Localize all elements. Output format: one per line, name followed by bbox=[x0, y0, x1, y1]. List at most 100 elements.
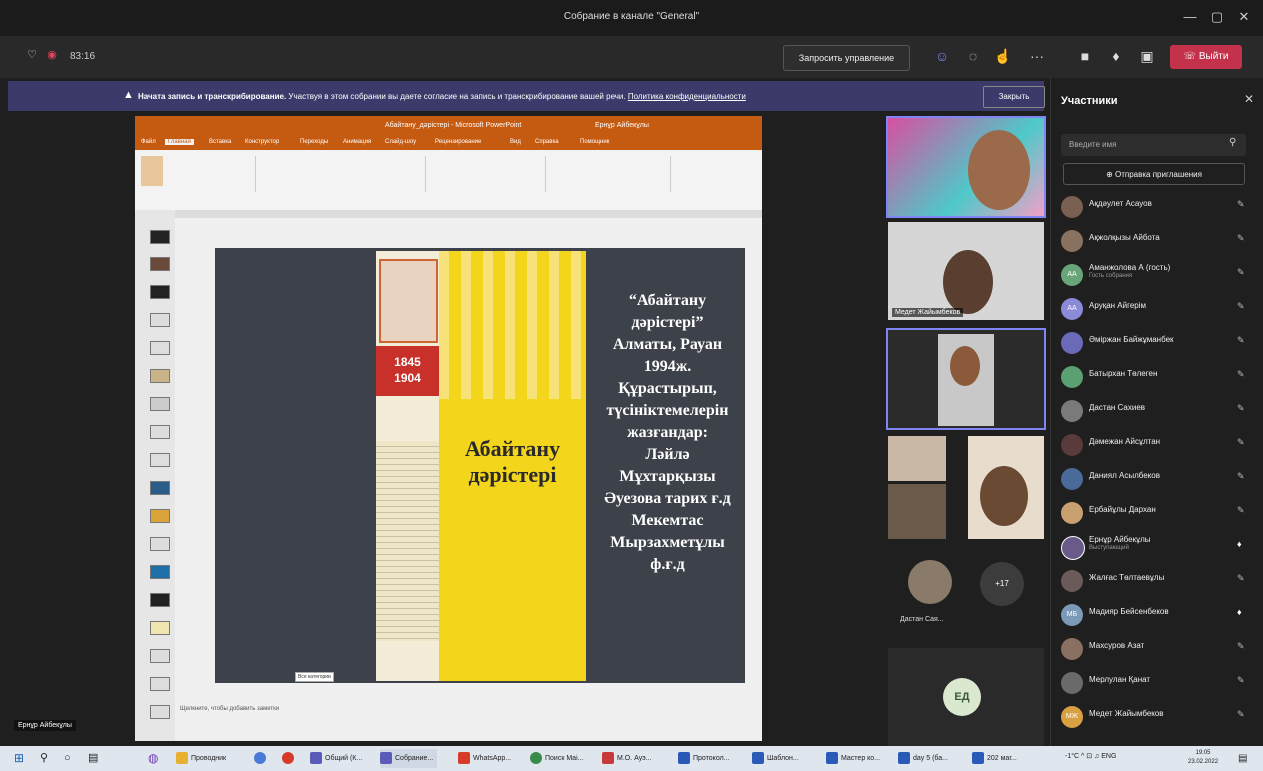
participant-row[interactable]: Ербайұлы Дархан ✎ bbox=[1061, 496, 1256, 530]
invite-button[interactable]: ⊕ Отправка приглашения bbox=[1063, 163, 1245, 185]
teams-icon[interactable]: ◍ bbox=[148, 749, 158, 768]
taskbar-app[interactable]: Мастер ко... bbox=[826, 749, 880, 768]
slide-thumb[interactable] bbox=[150, 677, 170, 691]
request-control-button[interactable]: Запросить управление bbox=[783, 45, 910, 71]
ppt-tab[interactable]: Справка bbox=[535, 139, 559, 145]
chat-icon[interactable]: ◌ bbox=[963, 48, 983, 64]
ppt-tab[interactable]: Конструктор bbox=[245, 139, 279, 145]
video-tile[interactable] bbox=[968, 436, 1044, 539]
slide-thumb[interactable] bbox=[150, 425, 170, 439]
system-tray[interactable]: -1°C ^ ⊡ ♫ ENG bbox=[1065, 752, 1116, 760]
taskbar-app[interactable]: day 5 (ба... bbox=[898, 749, 948, 768]
participant-row[interactable]: Дастан Сахиев ✎ bbox=[1061, 394, 1256, 428]
paste-icon[interactable] bbox=[141, 156, 163, 186]
slide-thumb[interactable] bbox=[150, 509, 170, 523]
slide-thumb[interactable] bbox=[150, 537, 170, 551]
participant-row[interactable]: Ақжолқызы Айбота ✎ bbox=[1061, 224, 1256, 258]
ppt-tab[interactable]: Слайд-шоу bbox=[385, 139, 416, 145]
cortana-icon[interactable]: ○ bbox=[64, 749, 71, 768]
video-tile[interactable] bbox=[886, 328, 1046, 430]
search-icon[interactable]: ⚲ bbox=[40, 749, 48, 768]
participant-row[interactable]: Ақдәулет Асауов ✎ bbox=[1061, 190, 1256, 224]
video-tile[interactable]: ЕД bbox=[888, 648, 1044, 748]
more-participants-badge[interactable]: +17 bbox=[980, 562, 1024, 606]
slide-thumb[interactable] bbox=[150, 453, 170, 467]
ppt-tab[interactable]: Помощник bbox=[580, 139, 609, 145]
search-input[interactable]: Введите имя bbox=[1061, 134, 1246, 156]
video-tile[interactable] bbox=[888, 436, 946, 481]
taskbar-app[interactable] bbox=[282, 749, 297, 768]
taskbar-app[interactable]: Поиск Mai... bbox=[530, 749, 583, 768]
participant-row[interactable]: Әміржан Байжұманбек ✎ bbox=[1061, 326, 1256, 360]
slide-thumb[interactable] bbox=[150, 285, 170, 299]
leave-button[interactable]: ☏ Выйти bbox=[1170, 45, 1242, 69]
mic-icon[interactable]: ♦ bbox=[1106, 48, 1126, 64]
taskbar-app[interactable]: Проводник bbox=[176, 749, 226, 768]
avatar[interactable] bbox=[908, 560, 952, 604]
participant-row[interactable]: Жалғас Төлтаевұлы ✎ bbox=[1061, 564, 1256, 598]
privacy-link[interactable]: Политика конфиденциальности bbox=[628, 92, 746, 101]
book-title-line: дәрістері bbox=[468, 462, 557, 487]
share-icon[interactable]: ▣ bbox=[1137, 48, 1157, 65]
slide-thumb[interactable] bbox=[150, 369, 170, 383]
participant-row[interactable]: Мерлулан Қанат ✎ bbox=[1061, 666, 1256, 700]
camera-icon[interactable]: ■ bbox=[1075, 48, 1095, 64]
participant-row[interactable]: МБ Мадияр Бейсенбеков ♦ bbox=[1061, 598, 1256, 632]
current-slide: 1845 1904 Абайтану дәрістері “Абайтану д… bbox=[215, 248, 745, 683]
clock[interactable]: 19:05 23.02.2022 bbox=[1188, 749, 1218, 767]
taskbar-app[interactable]: WhatsApp... bbox=[458, 749, 511, 768]
taskbar-app[interactable] bbox=[254, 749, 269, 768]
participants-icon[interactable]: ☺ bbox=[932, 48, 952, 64]
taskbar-app[interactable]: Протокол... bbox=[678, 749, 729, 768]
participant-row[interactable]: Ернұр Айбекұлы Выступающий ♦ bbox=[1061, 530, 1256, 564]
participant-row[interactable]: Махсуров Азат ✎ bbox=[1061, 632, 1256, 666]
taskbar-app[interactable]: Общий (К... bbox=[310, 749, 362, 768]
minimize-button[interactable]: — bbox=[1180, 9, 1200, 24]
slide-thumb[interactable] bbox=[150, 313, 170, 327]
notifications-icon[interactable]: ▤ bbox=[1238, 749, 1247, 768]
slide-thumb[interactable] bbox=[150, 481, 170, 495]
video-tile[interactable]: Медет Жайымбеков bbox=[888, 222, 1044, 320]
task-view-icon[interactable]: ▤ bbox=[88, 749, 98, 768]
slide-thumb[interactable] bbox=[150, 649, 170, 663]
ppt-tab[interactable]: Вставка bbox=[209, 139, 231, 145]
slide-thumb[interactable] bbox=[150, 397, 170, 411]
ppt-tab[interactable]: Файл bbox=[141, 139, 156, 145]
close-panel-icon[interactable]: ✕ bbox=[1244, 92, 1254, 106]
taskbar-app[interactable]: Шаблон... bbox=[752, 749, 799, 768]
slide-thumb[interactable] bbox=[150, 621, 170, 635]
ppt-tab[interactable]: Рецензирование bbox=[435, 139, 481, 145]
participant-row[interactable]: Дәмежан Айсұлтан ✎ bbox=[1061, 428, 1256, 462]
drawing-group bbox=[550, 156, 671, 192]
mic-off-icon: ✎ bbox=[1237, 675, 1245, 685]
video-tile[interactable] bbox=[886, 116, 1046, 218]
reactions-icon[interactable]: ☝ bbox=[993, 48, 1013, 65]
ppt-title-bar: Абайтану_дәрістері - Microsoft PowerPoin… bbox=[135, 116, 762, 136]
participant-row[interactable]: АА Аманжолова А (гость) Гость собрания ✎ bbox=[1061, 258, 1256, 292]
maximize-button[interactable]: ▢ bbox=[1207, 9, 1227, 25]
close-window-button[interactable]: ✕ bbox=[1234, 9, 1254, 25]
participant-row[interactable]: АА Аруқан Айгерім ✎ bbox=[1061, 292, 1256, 326]
more-actions-button[interactable]: ··· bbox=[1027, 48, 1047, 64]
ppt-tab[interactable]: Вид bbox=[510, 139, 521, 145]
slide-thumb[interactable] bbox=[150, 565, 170, 579]
participant-row[interactable]: Батырхан Төлеген ✎ bbox=[1061, 360, 1256, 394]
ppt-tab[interactable]: Анимация bbox=[343, 139, 371, 145]
slide-thumb[interactable] bbox=[150, 230, 170, 244]
taskbar-app[interactable]: М.О. Ауэ... bbox=[602, 749, 652, 768]
participant-row[interactable]: Даниял Асылбеков ✎ bbox=[1061, 462, 1256, 496]
slide-thumb[interactable] bbox=[150, 705, 170, 719]
ppt-tab[interactable]: Главная bbox=[165, 139, 194, 145]
slide-thumb[interactable] bbox=[150, 257, 170, 271]
slide-thumb[interactable] bbox=[150, 341, 170, 355]
video-tile[interactable] bbox=[888, 484, 946, 539]
start-icon[interactable]: ⊞ bbox=[14, 749, 24, 768]
taskbar-app[interactable]: 202 маг... bbox=[972, 749, 1017, 768]
participant-row[interactable]: МЖ Медет Жайымбеков ✎ bbox=[1061, 700, 1256, 734]
slide-thumb[interactable] bbox=[150, 593, 170, 607]
close-banner-button[interactable]: Закрыть bbox=[983, 86, 1045, 108]
ppt-title: Абайтану_дәрістері - Microsoft PowerPoin… bbox=[385, 122, 522, 129]
taskbar-app[interactable]: Собрание... bbox=[380, 749, 438, 768]
ppt-tab[interactable]: Переходы bbox=[300, 139, 328, 145]
notes-placeholder[interactable]: Щелкните, чтобы добавить заметки bbox=[180, 706, 279, 712]
